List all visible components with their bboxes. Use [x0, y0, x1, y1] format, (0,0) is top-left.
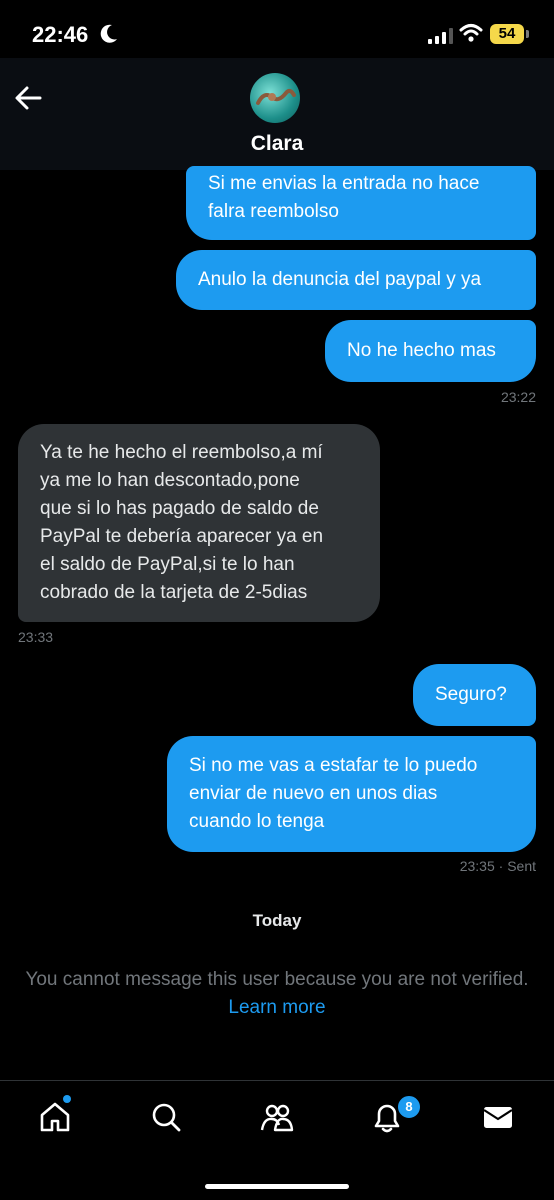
message-line: No he hecho mas	[347, 340, 496, 361]
message-line: enviar de nuevo en unos dias	[189, 783, 438, 804]
back-arrow-icon[interactable]	[14, 84, 42, 112]
message-line: Ya te he hecho el reembolso,a mí	[40, 442, 323, 463]
notice-text: You cannot message this user because you…	[25, 969, 529, 990]
message-line: Seguro?	[435, 684, 507, 705]
home-icon[interactable]	[38, 1100, 72, 1134]
cannot-message-notice: You cannot message this user because you…	[20, 966, 534, 1022]
message-line: falra reembolso	[208, 201, 339, 222]
communities-icon[interactable]	[260, 1100, 294, 1134]
message-timestamp: 23:35 · Sent	[459, 858, 536, 874]
message-bubble-outgoing[interactable]: No he hecho mas	[325, 320, 536, 382]
message-bubble-outgoing[interactable]: Anulo la denuncia del paypal y ya	[176, 250, 536, 310]
avatar[interactable]	[250, 73, 300, 123]
moon-icon	[100, 24, 117, 43]
message-bubble-outgoing[interactable]: Si no me vas a estafar te lo puedo envia…	[167, 736, 536, 852]
avatar-image	[256, 88, 296, 105]
message-line: PayPal te debería aparecer ya en	[40, 526, 324, 547]
message-line: Si me envias la entrada no hace	[208, 173, 480, 194]
message-line: que si lo has pagado de saldo de	[40, 498, 319, 519]
contact-name[interactable]: Clara	[0, 132, 554, 156]
nav-divider	[0, 1080, 554, 1081]
message-bubble-incoming[interactable]: Ya te he hecho el reembolso,a mí ya me l…	[18, 424, 380, 622]
message-bubble-outgoing[interactable]: Seguro?	[413, 664, 536, 726]
learn-more-link[interactable]: Learn more	[228, 997, 325, 1018]
message-line: Si no me vas a estafar te lo puedo	[189, 755, 478, 776]
notifications-badge: 8	[396, 1094, 422, 1120]
signal-icon	[428, 28, 453, 44]
message-line: cuando lo tenga	[189, 811, 325, 832]
message-line: ya me lo han descontado,pone	[40, 470, 300, 491]
home-indicator	[205, 1184, 349, 1189]
message-line: Anulo la denuncia del paypal y ya	[198, 269, 482, 290]
message-line: el saldo de PayPal,si te lo han	[40, 554, 295, 575]
home-unread-dot	[63, 1095, 71, 1103]
wifi-icon	[459, 24, 483, 42]
status-time: 22:46	[32, 22, 89, 47]
search-icon[interactable]	[149, 1100, 183, 1134]
message-bubble-outgoing[interactable]: Si me envias la entrada no hace falra re…	[186, 166, 536, 240]
message-line: cobrado de la tarjeta de 2-5dias	[40, 582, 308, 603]
message-timestamp: 23:22	[500, 389, 536, 405]
messages-envelope-icon[interactable]	[481, 1100, 515, 1134]
day-separator: Today	[252, 911, 302, 930]
battery-indicator: 54	[490, 24, 524, 44]
message-timestamp: 23:33	[18, 629, 54, 645]
battery-tip	[526, 30, 529, 38]
